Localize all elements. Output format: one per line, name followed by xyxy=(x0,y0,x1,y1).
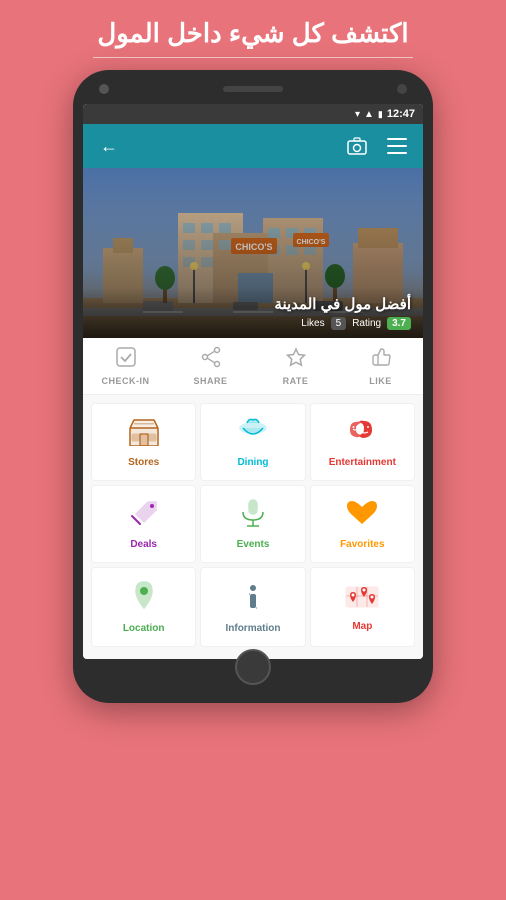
stores-icon xyxy=(128,416,160,453)
wifi-icon: ▾ xyxy=(355,109,360,120)
map-icon xyxy=(345,582,379,617)
dining-item[interactable]: Dining xyxy=(200,403,305,481)
heading-divider xyxy=(93,57,413,58)
location-item[interactable]: Location xyxy=(91,567,196,647)
share-action[interactable]: SHARE xyxy=(168,346,253,386)
rating-label: Rating xyxy=(352,318,381,329)
likes-label: Likes xyxy=(301,318,324,329)
events-item[interactable]: Events xyxy=(200,485,305,563)
checkin-label: CHECK-IN xyxy=(102,376,150,386)
deals-icon xyxy=(128,498,160,535)
entertainment-item[interactable]: Entertainment xyxy=(310,403,415,481)
phone-frame: ▾ ▲ ▮ 12:47 ← xyxy=(73,70,433,703)
menu-button[interactable] xyxy=(383,132,411,160)
location-icon xyxy=(130,580,158,619)
signal-icon: ▲ xyxy=(364,109,374,120)
like-action[interactable]: LIKE xyxy=(338,346,423,386)
favorites-icon xyxy=(346,498,378,535)
map-label: Map xyxy=(352,621,372,632)
status-bar: ▾ ▲ ▮ 12:47 xyxy=(83,104,423,124)
grid-section: Stores Dining xyxy=(83,395,423,659)
hero-title: أفضل مول في المدينة xyxy=(95,295,411,313)
hero-section: CHICO'S CHICO'S xyxy=(83,168,423,338)
dining-icon xyxy=(237,416,269,453)
entertainment-label: Entertainment xyxy=(329,457,396,468)
phone-screen: ▾ ▲ ▮ 12:47 ← xyxy=(83,104,423,659)
front-camera xyxy=(99,84,109,94)
share-icon xyxy=(200,346,222,373)
action-bar: CHECK-IN SHARE xyxy=(83,338,423,395)
phone-top xyxy=(83,84,423,104)
speaker xyxy=(223,86,283,92)
clock: 12:47 xyxy=(387,108,415,120)
grid-row-2: Deals Events xyxy=(91,485,415,563)
rating-badge: 3.7 xyxy=(387,317,411,330)
dining-label: Dining xyxy=(237,457,268,468)
battery-icon: ▮ xyxy=(378,109,383,120)
stores-item[interactable]: Stores xyxy=(91,403,196,481)
stores-label: Stores xyxy=(128,457,159,468)
entertainment-icon xyxy=(346,416,378,453)
like-icon xyxy=(370,346,392,373)
status-icons: ▾ ▲ ▮ 12:47 xyxy=(355,108,415,120)
hero-meta: 3.7 Rating 5 Likes xyxy=(95,317,411,330)
information-item[interactable]: Information xyxy=(200,567,305,647)
location-label: Location xyxy=(123,623,165,634)
rate-icon xyxy=(285,346,307,373)
sensor xyxy=(397,84,407,94)
favorites-label: Favorites xyxy=(340,539,384,550)
map-item[interactable]: Map xyxy=(310,567,415,647)
deals-item[interactable]: Deals xyxy=(91,485,196,563)
information-label: Information xyxy=(225,623,280,634)
deals-label: Deals xyxy=(130,539,157,550)
home-button[interactable] xyxy=(235,649,271,685)
checkin-icon xyxy=(115,346,137,373)
likes-badge: 5 xyxy=(331,317,347,330)
rate-action[interactable]: RATE xyxy=(253,346,338,386)
app-header: ← xyxy=(83,124,423,168)
favorites-item[interactable]: Favorites xyxy=(310,485,415,563)
rate-label: RATE xyxy=(283,376,309,386)
grid-row-1: Stores Dining xyxy=(91,403,415,481)
events-icon xyxy=(237,498,269,535)
camera-button[interactable] xyxy=(343,132,371,160)
back-button[interactable]: ← xyxy=(95,132,123,160)
share-label: SHARE xyxy=(193,376,227,386)
information-icon xyxy=(239,580,267,619)
checkin-action[interactable]: CHECK-IN xyxy=(83,346,168,386)
page-heading: اكتشف كل شيء داخل المول xyxy=(77,0,428,57)
grid-row-3: Location Information xyxy=(91,567,415,647)
hero-overlay: أفضل مول في المدينة 3.7 Rating 5 Likes xyxy=(83,287,423,338)
like-label: LIKE xyxy=(369,376,392,386)
events-label: Events xyxy=(237,539,270,550)
